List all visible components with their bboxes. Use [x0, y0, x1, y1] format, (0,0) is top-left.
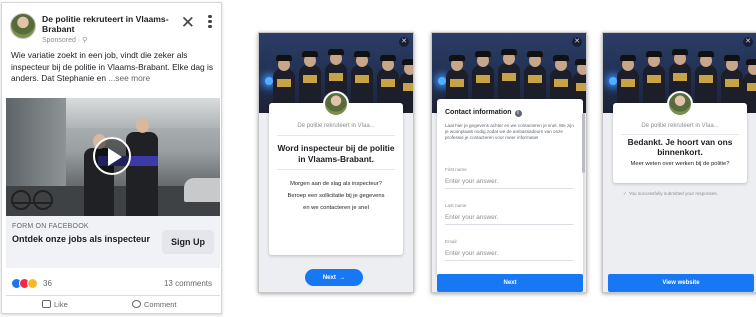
next-label: Next [322, 274, 336, 281]
intro-body: Morgen aan de slag als inspecteur? Beroe… [275, 179, 397, 214]
lead-form-thank-you-screen: ✕ De politie rekruteert in Vlaa... Bedan… [602, 32, 756, 293]
page-name: De politie rekruteert in Vlaa... [641, 123, 719, 129]
close-icon[interactable]: ✕ [743, 37, 753, 47]
lead-form-cta-bar[interactable]: FORM ON FACEBOOK Ontdek onze jobs als in… [6, 216, 220, 268]
thumbs-up-icon [42, 300, 51, 308]
see-more-link[interactable]: ...see more [108, 73, 150, 83]
reactions-row[interactable]: 36 13 comments [11, 278, 216, 290]
more-vertical-icon[interactable] [207, 13, 213, 31]
divider [277, 135, 395, 136]
view-website-button[interactable]: View website [608, 274, 754, 292]
submission-status: ✓ You successfully submitted your respons… [623, 191, 753, 197]
arrow-right-icon: → [339, 274, 346, 281]
divider [621, 134, 739, 135]
info-icon[interactable]: i [514, 110, 522, 117]
sponsored-label: Sponsored · ⚲ [42, 37, 88, 44]
like-button[interactable]: Like [42, 300, 68, 309]
sign-up-button[interactable]: Sign Up [162, 230, 214, 254]
lead-form-contact-screen: ✕ Contact information i Laat hier je gege… [431, 32, 587, 293]
contact-heading-text: Contact information [445, 109, 512, 116]
scrollbar[interactable] [582, 113, 585, 173]
police-light [438, 77, 446, 85]
submission-status-text: You successfully submitted your response… [628, 191, 718, 196]
divider [277, 169, 395, 170]
video-bicycle [11, 182, 53, 210]
action-row: Like Comment [6, 295, 220, 311]
first-name-label: First name [445, 167, 467, 172]
intro-line: Morgen aan de slag als inspecteur? [290, 181, 382, 187]
page-avatar [667, 91, 693, 117]
intro-title: Word inspecteur bij de politie in Vlaams… [277, 143, 395, 164]
contact-card: Contact information i Laat hier je gegeve… [437, 99, 583, 275]
like-label: Like [54, 300, 68, 309]
facebook-ad-card: De politie rekruteert in Vlaams-Brabant … [1, 2, 222, 314]
first-name-field[interactable] [445, 175, 573, 189]
page-avatar [323, 91, 349, 117]
form-title: Ontdek onze jobs als inspecteur [12, 234, 151, 244]
reaction-count[interactable]: 36 [43, 279, 52, 288]
comment-label: Comment [144, 300, 177, 309]
ad-body-text: Wie variatie zoekt in een job, vindt die… [11, 50, 217, 85]
check-icon: ✓ [623, 191, 627, 196]
haha-reaction-icon [27, 278, 38, 289]
form-source-label: FORM ON FACEBOOK [12, 223, 89, 230]
last-name-label: Last name [445, 203, 467, 208]
play-icon[interactable] [93, 137, 131, 175]
email-field[interactable] [445, 247, 573, 261]
close-icon[interactable]: ✕ [572, 37, 582, 47]
intro-card: De politie rekruteert in Vlaa... Word in… [269, 91, 403, 255]
close-icon[interactable]: ✕ [399, 37, 409, 47]
police-light [265, 77, 273, 85]
police-light [609, 77, 617, 85]
video-person [126, 118, 158, 216]
thank-you-title: Bedankt. Je hoort van ons binnenkort. [627, 137, 733, 157]
intro-line: Beroep een sollicitatie bij je gegevens [287, 192, 385, 199]
next-button[interactable]: Next [437, 274, 583, 292]
close-icon[interactable]: ✕ [181, 14, 195, 31]
email-label: Email [445, 239, 457, 244]
ad-video[interactable] [6, 98, 220, 216]
comment-button[interactable]: Comment [132, 300, 177, 309]
next-button[interactable]: Next → [305, 269, 363, 286]
contact-description: Laat hier je gegevens achter en we conta… [445, 123, 574, 141]
ad-header: De politie rekruteert in Vlaams-Brabant … [10, 13, 215, 44]
video-car [184, 178, 220, 202]
thank-you-card: De politie rekruteert in Vlaa... Bedankt… [613, 91, 747, 183]
thank-you-subtitle: Meer weten over werken bij de politie? [630, 161, 730, 167]
contact-heading: Contact information i [445, 109, 522, 117]
last-name-field[interactable] [445, 211, 573, 225]
comment-icon [132, 300, 141, 308]
page-avatar[interactable] [10, 13, 36, 39]
lead-form-intro-screen: ✕ De politie rekruteert in Vlaa... Word … [258, 32, 414, 293]
page-name[interactable]: De politie rekruteert in Vlaams-Brabant [42, 14, 172, 34]
page-name: De politie rekruteert in Vlaa... [297, 123, 375, 129]
comments-count[interactable]: 13 comments [164, 279, 212, 288]
intro-line: en we contacteren je snel [303, 204, 369, 211]
